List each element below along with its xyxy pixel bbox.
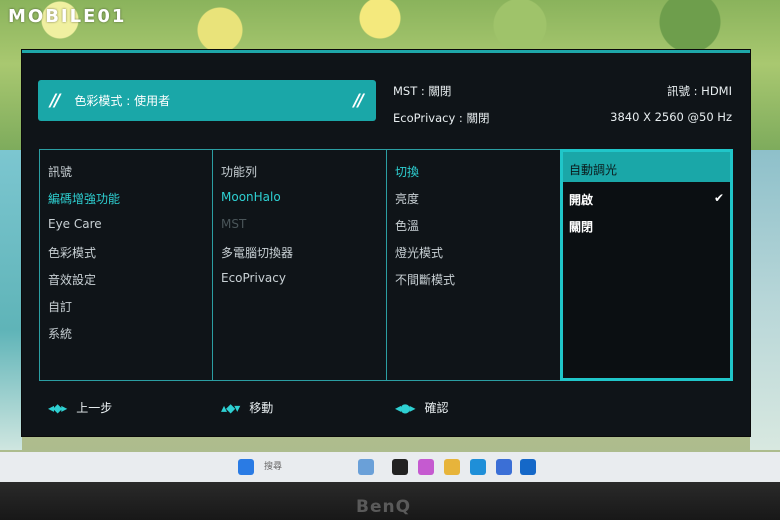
footer-back[interactable]: ◂◆▸ 上一步 [48, 399, 112, 416]
task-view-icon[interactable] [392, 459, 408, 475]
menu-item-light-mode[interactable]: 燈光模式 [395, 244, 443, 261]
windows-start-icon[interactable] [238, 459, 254, 475]
menu-item-system[interactable]: 系統 [48, 325, 72, 342]
menu-item-brightness[interactable]: 亮度 [395, 190, 419, 207]
footer-move[interactable]: ▴◆▾ 移動 [221, 399, 273, 416]
footer-confirm[interactable]: ◂●▸ 確認 [395, 399, 449, 416]
dpad-left-icon: ◂◆▸ [48, 400, 67, 415]
copilot-icon[interactable] [418, 459, 434, 475]
file-explorer-icon[interactable] [444, 459, 460, 475]
menu-item-mst: MST [221, 217, 247, 231]
menu-item-toggle[interactable]: 切換 [395, 163, 419, 180]
slash-icon: // [50, 90, 61, 111]
menu-item-signal[interactable]: 訊號 [48, 163, 72, 180]
menu-item-custom[interactable]: 自訂 [48, 298, 72, 315]
checkmark-icon: ✔ [713, 191, 724, 205]
edge-icon[interactable] [470, 459, 486, 475]
dpad-updown-icon: ▴◆▾ [221, 400, 240, 415]
footer-move-label: 移動 [249, 401, 274, 415]
ecoprivacy-status: EcoPrivacy : 關閉 [393, 111, 490, 125]
footer-back-label: 上一步 [76, 401, 113, 415]
color-mode-label: 色彩模式 : 使用者 [74, 94, 171, 108]
signal-status: 訊號 : HDMI [666, 84, 732, 98]
menu-item-moonhalo[interactable]: MoonHalo [221, 190, 281, 204]
menu-column-main: 訊號 編碼增強功能 Eye Care 色彩模式 音效設定 自訂 系統 [40, 150, 213, 380]
background-left [0, 150, 22, 450]
color-mode-banner: // 色彩模式 : 使用者 // [38, 80, 376, 121]
menu-item-encoding-enhance[interactable]: 編碼增強功能 [48, 190, 120, 207]
osd-menu: 訊號 編碼增強功能 Eye Care 色彩模式 音效設定 自訂 系統 功能列 M… [39, 149, 733, 381]
outlook-icon[interactable] [520, 459, 536, 475]
store-icon[interactable] [496, 459, 512, 475]
options-title-bar: 自動調光 [563, 152, 730, 182]
resolution-status: 3840 X 2560 @50 Hz [610, 110, 732, 124]
menu-item-function-bar[interactable]: 功能列 [221, 163, 257, 180]
mst-status: MST : 關閉 [393, 84, 452, 98]
menu-column-options: 自動調光 開啟 ✔ 關閉 [560, 149, 733, 381]
taskbar-search[interactable]: 搜尋 [264, 459, 282, 472]
footer-confirm-label: 確認 [424, 401, 449, 415]
dpad-right-icon: ◂●▸ [395, 400, 416, 415]
osd-screen: // 色彩模式 : 使用者 // MST : 關閉 EcoPrivacy : 關… [22, 50, 750, 436]
options-title: 自動調光 [569, 163, 618, 177]
menu-item-audio[interactable]: 音效設定 [48, 271, 96, 288]
brand-logo: BenQ [356, 497, 412, 517]
menu-item-ecoprivacy[interactable]: EcoPrivacy [221, 271, 286, 285]
menu-item-kvm-switch[interactable]: 多電腦切換器 [221, 244, 293, 261]
option-off[interactable]: 關閉 [569, 218, 593, 235]
menu-column-detail: 切換 亮度 色溫 燈光模式 不間斷模式 [387, 150, 561, 380]
menu-item-color-temp[interactable]: 色溫 [395, 217, 419, 234]
menu-item-continuous-mode[interactable]: 不間斷模式 [395, 271, 455, 288]
slash-icon: // [353, 90, 365, 111]
widgets-icon[interactable] [358, 459, 374, 475]
watermark-logo: MOBILE01 [8, 6, 127, 27]
option-on[interactable]: 開啟 [569, 191, 593, 208]
menu-item-color-mode[interactable]: 色彩模式 [48, 244, 96, 261]
menu-item-eye-care[interactable]: Eye Care [48, 217, 102, 231]
taskbar: 搜尋 [0, 452, 780, 482]
menu-column-sub: 功能列 MoonHalo MST 多電腦切換器 EcoPrivacy [213, 150, 387, 380]
background-right [750, 150, 780, 450]
